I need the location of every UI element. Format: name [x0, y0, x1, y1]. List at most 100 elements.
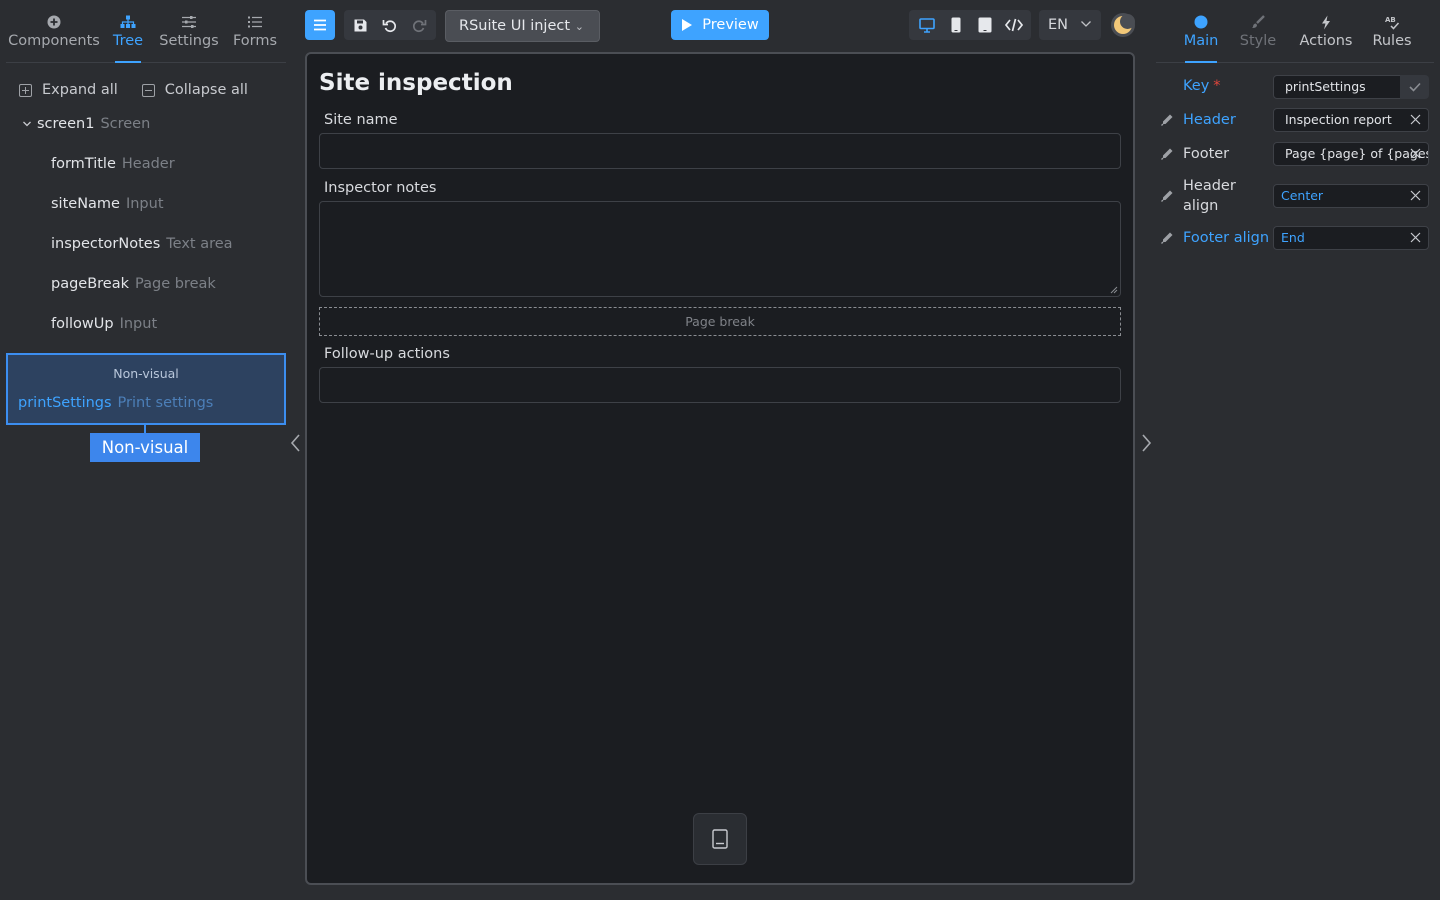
language-value: EN	[1048, 17, 1069, 33]
page-view-button[interactable]	[693, 813, 747, 865]
tree-node-type: Screen	[100, 116, 151, 132]
follow-up-input[interactable]	[319, 367, 1121, 403]
page-break[interactable]: Page break	[319, 307, 1121, 336]
tab-style[interactable]: Style	[1240, 8, 1276, 62]
tab-components[interactable]: Components	[6, 8, 102, 62]
mobile-view-button[interactable]	[943, 12, 969, 38]
expand-all-button[interactable]: Expand all	[19, 82, 118, 98]
tree-node-name: printSettings	[18, 395, 112, 411]
theme-select[interactable]: RSuite UI inject ⌄	[445, 10, 600, 42]
tree-node-type: Input	[125, 196, 164, 212]
tree-node-screen1[interactable]: screen1 Screen	[21, 116, 150, 132]
ab-check-icon: AB	[1384, 12, 1400, 32]
prop-key-label-text: Key	[1183, 78, 1210, 94]
save-button[interactable]	[347, 11, 375, 39]
non-visual-title: Non-visual	[113, 366, 179, 381]
collapse-left-panel-button[interactable]	[289, 433, 303, 453]
selection-tag: Non-visual	[90, 433, 200, 462]
inspector-notes-textarea[interactable]	[319, 201, 1121, 297]
tree-node-followup[interactable]: followUp Input	[51, 316, 157, 332]
prop-footer-align-value: End	[1281, 230, 1305, 245]
right-tabbar: Main Style Actions AB Rules	[1156, 8, 1434, 63]
prop-footer-input[interactable]: Page {page} of {pages}	[1273, 142, 1429, 166]
tab-main-label: Main	[1183, 33, 1219, 49]
desktop-view-button[interactable]	[914, 12, 940, 38]
tab-forms[interactable]: Forms	[224, 8, 286, 62]
clear-icon[interactable]	[1410, 190, 1421, 201]
device-toolbar	[909, 10, 1031, 40]
prop-footer-align-select[interactable]: End	[1273, 226, 1429, 250]
page-icon	[712, 829, 728, 849]
tab-settings[interactable]: Settings	[154, 8, 224, 62]
redo-button[interactable]	[405, 11, 433, 39]
pencil-icon[interactable]	[1160, 231, 1174, 245]
play-icon	[682, 19, 693, 31]
prop-header-align-select[interactable]: Center	[1273, 184, 1429, 208]
site-name-label: Site name	[324, 112, 398, 128]
tab-tree[interactable]: Tree	[102, 8, 154, 62]
undo-button[interactable]	[376, 11, 404, 39]
tree-node-inspectornotes[interactable]: inspectorNotes Text area	[51, 236, 233, 252]
pencil-icon[interactable]	[1160, 189, 1174, 203]
tree-node-name: inspectorNotes	[51, 236, 161, 252]
clear-icon[interactable]	[1410, 114, 1421, 125]
tree-node-formtitle[interactable]: formTitle Header	[51, 156, 175, 172]
chevron-right-icon	[1142, 434, 1152, 452]
form-title: Site inspection	[319, 70, 513, 96]
tree-node-name: followUp	[51, 316, 114, 332]
tab-rules[interactable]: AB Rules	[1372, 8, 1411, 62]
theme-select-value: RSuite UI inject	[459, 18, 571, 34]
dot-icon	[1194, 12, 1208, 32]
prop-header-input[interactable]: Inspection report	[1273, 108, 1429, 132]
brush-icon	[1251, 12, 1265, 32]
pencil-icon[interactable]	[1160, 147, 1174, 161]
tab-rules-label: Rules	[1372, 33, 1412, 49]
tab-main[interactable]: Main	[1156, 8, 1246, 62]
list-icon	[247, 12, 263, 32]
confirm-key-button[interactable]	[1400, 75, 1429, 99]
tree-node-type: Print settings	[117, 395, 214, 411]
preview-button[interactable]: Preview	[671, 10, 769, 40]
file-toolbar	[344, 10, 436, 40]
tree-node-sitename[interactable]: siteName Input	[51, 196, 164, 212]
pencil-icon[interactable]	[1160, 113, 1174, 127]
tablet-view-button[interactable]	[972, 12, 998, 38]
expand-square-icon	[19, 83, 32, 97]
chevron-down-icon[interactable]	[21, 118, 33, 130]
tree-node-type: Page break	[135, 276, 216, 292]
tab-components-label: Components	[8, 33, 100, 49]
prop-key-input[interactable]: printSettings	[1273, 75, 1401, 99]
redo-icon	[413, 20, 427, 33]
resize-handle-icon[interactable]	[1110, 286, 1118, 294]
dark-mode-toggle[interactable]	[1110, 12, 1136, 38]
tree-node-name: pageBreak	[51, 276, 130, 292]
tree-node-type: Text area	[166, 236, 233, 252]
prop-footer-align-label: Footer align	[1183, 230, 1270, 246]
sliders-icon	[181, 12, 197, 32]
tab-actions[interactable]: Actions	[1270, 8, 1382, 62]
tree-node-type: Input	[119, 316, 158, 332]
tree-node-name: screen1	[37, 116, 95, 132]
non-visual-section: Non-visual printSettings Print settings	[6, 353, 286, 425]
prop-footer-label: Footer	[1183, 146, 1230, 162]
menu-button[interactable]	[305, 10, 335, 40]
left-panel: Components Tree Settings Forms Expand al…	[0, 0, 292, 900]
left-tabbar: Components Tree Settings Forms	[6, 8, 286, 63]
site-name-input[interactable]	[319, 133, 1121, 169]
clear-icon[interactable]	[1410, 232, 1421, 243]
desktop-icon	[918, 17, 935, 33]
language-select[interactable]: EN	[1039, 10, 1101, 40]
code-view-button[interactable]	[1001, 12, 1027, 38]
tab-tree-label: Tree	[112, 33, 144, 49]
save-icon	[354, 19, 367, 31]
inspector-notes-label: Inspector notes	[324, 180, 437, 196]
prop-header-align-value: Center	[1281, 188, 1324, 203]
tree-node-pagebreak[interactable]: pageBreak Page break	[51, 276, 216, 292]
check-icon	[1408, 82, 1421, 92]
tree-node-printsettings[interactable]: printSettings Print settings	[18, 395, 213, 411]
chevron-down-icon	[1080, 18, 1092, 34]
collapse-right-panel-button[interactable]	[1139, 433, 1153, 453]
clear-icon[interactable]	[1410, 148, 1421, 159]
tablet-icon	[978, 17, 991, 33]
collapse-all-button[interactable]: Collapse all	[141, 82, 248, 98]
